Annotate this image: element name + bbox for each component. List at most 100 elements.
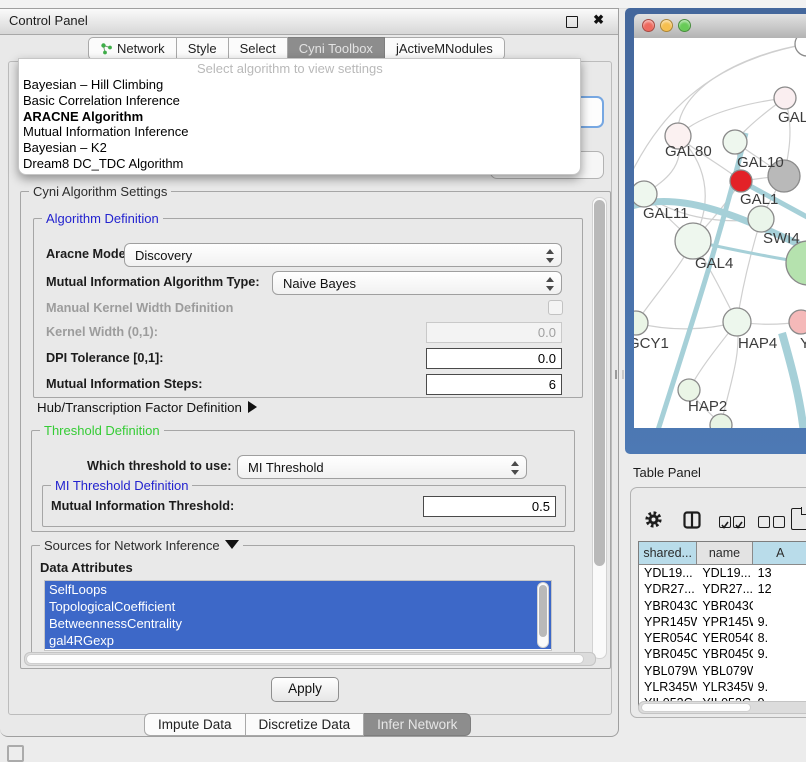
data-attributes-label: Data Attributes <box>40 560 133 575</box>
table-row-4[interactable]: YER054CYER054C8. <box>639 630 806 646</box>
close-traffic-light[interactable] <box>642 19 655 32</box>
tab-discretize-data[interactable]: Discretize Data <box>246 713 365 736</box>
data-attribute-item-1[interactable]: TopologicalCoefficient <box>45 598 551 615</box>
table-row-3[interactable]: YPR145WYPR145W9. <box>639 614 806 630</box>
manual-kernel-checkbox[interactable] <box>548 300 563 315</box>
network-node-GAL7-node[interactable] <box>774 87 796 109</box>
checkbox-checked-icon[interactable] <box>733 516 745 528</box>
gear-icon[interactable] <box>644 510 663 529</box>
network-canvas[interactable]: GAL7GAL80GAL10GAL1GAL11SWI4GAL4GCY1HAP4Y… <box>634 38 806 428</box>
column-split-icon[interactable] <box>683 511 701 529</box>
network-node-GAL4-node[interactable] <box>675 223 711 259</box>
checkbox-unchecked-icon[interactable] <box>758 516 770 528</box>
algorithm-option-1[interactable]: Basic Correlation Inference <box>23 93 580 109</box>
kernel-width-label: Kernel Width (0,1): <box>46 325 158 339</box>
network-node-GAL10-node[interactable] <box>723 130 747 154</box>
tab-jactivemnodules[interactable]: jActiveMNodules <box>385 37 505 60</box>
algorithm-option-4[interactable]: Bayesian – K2 <box>23 140 580 156</box>
mi-steps-label: Mutual Information Steps: <box>46 377 202 391</box>
network-node-SWI4-node[interactable] <box>748 206 774 232</box>
network-node-green-node-right[interactable] <box>786 241 806 285</box>
tab-select[interactable]: Select <box>229 37 288 60</box>
table-column-header-0[interactable]: shared... <box>639 542 697 564</box>
settings-vertical-scrollbar[interactable] <box>592 197 607 659</box>
mi-steps-field[interactable]: 6 <box>426 374 562 395</box>
network-label-HAP2: HAP2 <box>688 398 727 415</box>
combo-stepper-icon <box>546 248 554 264</box>
mi-threshold-field[interactable]: 0.5 <box>423 496 556 517</box>
table-column-header-2[interactable]: A <box>753 542 806 564</box>
aracne-mode-label: Aracne Mode: <box>46 247 130 261</box>
sources-title[interactable]: Sources for Network Inference <box>40 538 243 553</box>
settings-hscroll-thumb[interactable] <box>26 654 584 664</box>
network-label-GAL1: GAL1 <box>740 191 778 208</box>
table-horizontal-scrollbar[interactable] <box>638 701 806 714</box>
table-row-2[interactable]: YBR043CYBR043C <box>639 598 806 614</box>
mi-type-label: Mutual Information Algorithm Type: <box>46 275 260 289</box>
tab-style[interactable]: Style <box>177 37 229 60</box>
algorithm-definition-title: Algorithm Definition <box>42 211 163 226</box>
table-cell: 9. <box>753 614 806 630</box>
network-node-arc-top[interactable] <box>795 38 806 56</box>
network-node-pink-node-right[interactable] <box>789 310 806 334</box>
aracne-mode-value: Discovery <box>135 248 192 263</box>
kernel-width-field[interactable]: 0.0 <box>426 322 562 343</box>
aracne-mode-combo[interactable]: Discovery <box>124 243 562 267</box>
splitter-grip[interactable] <box>615 370 624 379</box>
tab-infer-network[interactable]: Infer Network <box>364 713 471 736</box>
table-cell: YPR145W <box>639 614 697 630</box>
tab-cyni-toolbox[interactable]: Cyni Toolbox <box>288 37 385 60</box>
network-node-GCY1-node[interactable] <box>634 311 648 335</box>
hub-definition-toggle[interactable]: Hub/Transcription Factor Definition <box>37 400 257 415</box>
algorithm-definition-group: Algorithm Definition Aracne Mode: Discov… <box>33 218 583 398</box>
float-window-icon[interactable] <box>566 16 578 28</box>
network-node-red-node[interactable] <box>730 170 752 192</box>
table-row-1[interactable]: YDR27...YDR27...12 <box>639 581 806 597</box>
table-cell: YLR345W <box>697 679 752 695</box>
network-window-titlebar <box>634 14 806 39</box>
collapsed-panel-icon[interactable] <box>7 745 24 762</box>
zoom-traffic-light[interactable] <box>678 19 691 32</box>
table-row-0[interactable]: YDL19...YDL19...13 <box>639 565 806 581</box>
apply-button[interactable]: Apply <box>271 677 339 702</box>
settings-vscroll-thumb[interactable] <box>594 200 605 566</box>
algorithm-option-3[interactable]: Mutual Information Inference <box>23 124 580 140</box>
minimize-traffic-light[interactable] <box>660 19 673 32</box>
mi-type-value: Naive Bayes <box>283 276 356 291</box>
algorithm-option-5[interactable]: Dream8 DC_TDC Algorithm <box>23 156 580 172</box>
table-row-5[interactable]: YBR045CYBR045C9. <box>639 646 806 662</box>
which-threshold-combo[interactable]: MI Threshold <box>237 455 527 479</box>
dpi-tolerance-field[interactable]: 0.0 <box>426 348 562 369</box>
table-body: YDL19...YDL19...13YDR27...YDR27...12YBR0… <box>639 565 806 705</box>
attributes-scrollbar[interactable] <box>537 582 549 648</box>
table-column-header-1[interactable]: name <box>697 542 752 564</box>
data-attribute-item-3[interactable]: gal4RGexp <box>45 632 551 649</box>
algorithm-option-0[interactable]: Bayesian – Hill Climbing <box>23 77 580 93</box>
table-cell: YBL079W <box>697 663 752 679</box>
combo-stepper-icon <box>546 276 554 292</box>
network-view-window: GAL7GAL80GAL10GAL1GAL11SWI4GAL4GCY1HAP4Y… <box>625 8 806 454</box>
document-icon[interactable] <box>791 508 806 530</box>
tab-impute-data[interactable]: Impute Data <box>144 713 246 736</box>
close-icon[interactable]: ✖ <box>593 12 604 28</box>
collapse-down-icon <box>225 540 239 549</box>
table-hscroll-thumb[interactable] <box>641 703 751 712</box>
tab-network[interactable]: Network <box>88 37 177 60</box>
settings-horizontal-scrollbar[interactable] <box>24 652 596 666</box>
table-row-6[interactable]: YBL079WYBL079W <box>639 663 806 679</box>
data-attribute-item-2[interactable]: BetweennessCentrality <box>45 615 551 632</box>
tab-jactivemnodules-label: jActiveMNodules <box>396 38 493 59</box>
control-panel-titlebar: Control Panel ✖ <box>0 9 618 35</box>
mi-type-combo[interactable]: Naive Bayes <box>272 271 562 295</box>
data-attributes-list[interactable]: SelfLoopsTopologicalCoefficientBetweenne… <box>44 580 552 651</box>
algorithm-option-2[interactable]: ARACNE Algorithm <box>23 109 580 125</box>
network-node-HAP4-node[interactable] <box>723 308 751 336</box>
attributes-scroll-thumb[interactable] <box>539 585 547 637</box>
checkbox-checked-icon[interactable] <box>719 516 731 528</box>
network-node-GAL11-node[interactable] <box>634 181 657 207</box>
table-cell <box>753 598 806 614</box>
network-label-GAL7: GAL7 <box>778 109 806 126</box>
table-row-7[interactable]: YLR345WYLR345W9. <box>639 679 806 695</box>
data-attribute-item-0[interactable]: SelfLoops <box>45 581 551 598</box>
checkbox-unchecked-icon[interactable] <box>773 516 785 528</box>
